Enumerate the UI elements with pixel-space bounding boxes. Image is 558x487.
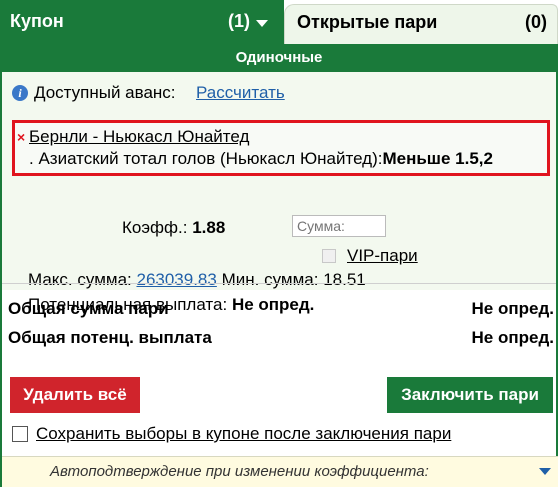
match-title[interactable]: Бернли - Ньюкасл Юнайтед	[29, 127, 249, 147]
total-payout-value: Не опред.	[471, 328, 554, 347]
vip-bet-link[interactable]: VIP-пари	[347, 246, 418, 266]
tab-bar: Купон (1) Открытые пари (0)	[0, 0, 558, 44]
bet-item: × Бернли - Ньюкасл Юнайтед . Азиатский т…	[2, 114, 556, 290]
border-accent	[0, 456, 2, 487]
odds-value: 1.88	[192, 218, 226, 237]
info-icon: i	[12, 85, 28, 101]
market-row: . Азиатский тотал голов (Ньюкасл Юнайтед…	[29, 149, 493, 169]
min-stake-label: Мин. сумма:	[221, 270, 319, 289]
max-stake-label: Макс. сумма:	[28, 270, 132, 289]
chevron-down-icon[interactable]	[256, 20, 268, 27]
delete-all-button[interactable]: Удалить всё	[10, 377, 140, 413]
total-payout-label: Общая потенц. выплата	[8, 328, 212, 347]
tab-open-bets[interactable]: Открытые пари (0)	[284, 4, 558, 44]
odds-label: Коэфф.:	[122, 218, 188, 237]
selection-name: Меньше 1.5,2	[382, 149, 493, 168]
total-stake-label: Общая сумма пари	[8, 299, 169, 318]
tab-coupon-label: Купон	[10, 11, 64, 31]
save-selections-checkbox[interactable]	[12, 426, 28, 442]
divider	[2, 283, 556, 284]
coupon-body: Одиночные i Доступный аванс: Рассчитать …	[0, 44, 558, 487]
autoconfirm-label: Автоподтверждение при изменении коэффици…	[50, 463, 429, 480]
advance-row: i Доступный аванс: Рассчитать	[2, 72, 556, 114]
stake-limits-row: Макс. сумма: 263039.83 Мин. сумма: 18.51	[28, 270, 366, 290]
bet-selection-highlight: × Бернли - Ньюкасл Юнайтед . Азиатский т…	[12, 120, 550, 176]
tab-coupon-count: (1)	[228, 11, 250, 31]
autoconfirm-row[interactable]: Автоподтверждение при изменении коэффици…	[0, 456, 558, 487]
potential-payout-value: Не опред.	[231, 295, 315, 314]
save-selections-label[interactable]: Сохранить выборы в купоне после заключен…	[36, 424, 451, 444]
tab-open-bets-label: Открытые пари	[297, 12, 438, 32]
place-bet-button[interactable]: Заключить пари	[387, 377, 553, 413]
market-name: . Азиатский тотал голов (Ньюкасл Юнайтед…	[29, 149, 383, 168]
chevron-down-icon[interactable]	[539, 468, 551, 475]
min-stake-value: 18.51	[323, 270, 366, 289]
close-icon[interactable]: ×	[17, 129, 25, 145]
tab-open-bets-count: (0)	[525, 12, 547, 32]
vip-checkbox[interactable]	[322, 249, 336, 263]
section-title: Одиночные	[2, 44, 556, 72]
advance-label: Доступный аванс:	[34, 83, 176, 102]
stake-input[interactable]	[292, 215, 386, 237]
calculate-advance-link[interactable]: Рассчитать	[196, 83, 285, 103]
bet-slip: Купон (1) Открытые пари (0) Одиночные i …	[0, 0, 558, 487]
total-stake-value: Не опред.	[471, 299, 554, 318]
max-stake-link[interactable]: 263039.83	[136, 270, 216, 289]
odds-row: Коэфф.: 1.88	[122, 218, 225, 238]
tab-coupon[interactable]: Купон (1)	[0, 0, 284, 44]
